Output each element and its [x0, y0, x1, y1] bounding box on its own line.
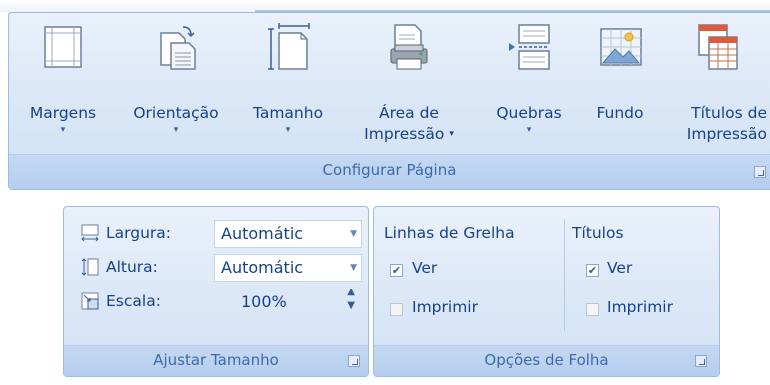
height-label: Altura: — [106, 258, 158, 276]
column-divider — [564, 219, 565, 331]
page-setup-footer: Configurar Página — [9, 154, 770, 189]
headings-view-label: Ver — [607, 259, 633, 277]
ribbon-tab-strip — [0, 0, 770, 12]
headings-print-checkbox[interactable] — [586, 303, 599, 316]
orientation-button[interactable]: Orientação ▾ — [117, 13, 235, 158]
chevron-down-icon: ▾ — [285, 125, 291, 135]
scale-label: Escala: — [106, 292, 161, 310]
width-label: Largura: — [106, 224, 171, 242]
dialog-launcher-icon[interactable] — [348, 355, 360, 367]
scale-to-fit-group: Largura: Automátic ▼ Altura: Automátic ▼… — [63, 206, 369, 377]
margins-icon — [44, 26, 82, 68]
sheet-options-caption: Opções de Folha — [484, 351, 609, 369]
width-icon — [81, 224, 99, 242]
headings-view-checkbox[interactable]: ✔ — [586, 264, 599, 277]
margins-button[interactable]: Margens ▾ — [9, 13, 117, 158]
print-titles-button[interactable]: Títulos de Impressão — [659, 13, 770, 158]
print-titles-label-line2: Impressão — [686, 125, 767, 143]
page-setup-group: Margens ▾ Orientação ▾ Tamanho ▾ Área de… — [8, 12, 770, 190]
chevron-down-icon: ▾ — [173, 125, 179, 135]
background-button[interactable]: Fundo — [581, 13, 659, 158]
height-dropdown[interactable]: Automátic ▼ — [214, 254, 362, 282]
breaks-button[interactable]: Quebras ▾ — [477, 13, 581, 158]
width-dropdown[interactable]: Automátic ▼ — [214, 220, 362, 248]
height-value: Automátic — [221, 258, 304, 277]
size-label: Tamanho — [252, 104, 324, 122]
scale-value: 100% — [241, 292, 287, 311]
print-area-icon — [390, 24, 428, 70]
breaks-icon — [509, 24, 550, 70]
size-button[interactable]: Tamanho ▾ — [235, 13, 341, 158]
sheet-options-footer: Opções de Folha — [374, 345, 719, 376]
orientation-label: Orientação — [133, 104, 219, 122]
chevron-down-icon: ▼ — [350, 263, 357, 273]
spin-up-icon[interactable]: ▲ — [347, 289, 355, 298]
scale-group-caption: Ajustar Tamanho — [153, 351, 279, 369]
height-icon — [81, 258, 99, 276]
print-titles-icon — [698, 24, 738, 70]
orientation-icon — [160, 26, 196, 70]
print-area-label-line2: Impressão — [364, 125, 445, 143]
gridlines-header: Linhas de Grelha — [384, 224, 515, 242]
dialog-launcher-icon[interactable] — [754, 166, 766, 178]
headings-header: Títulos — [572, 224, 624, 242]
print-area-button[interactable]: Área de Impressão ▾ — [341, 13, 477, 158]
scale-group-footer: Ajustar Tamanho — [64, 345, 368, 376]
margins-label: Margens — [29, 104, 97, 122]
print-titles-label-line1: Títulos de — [691, 104, 767, 122]
gridlines-view-label: Ver — [412, 259, 438, 277]
print-area-label-line1: Área de — [379, 104, 439, 122]
breaks-label: Quebras — [496, 104, 562, 122]
page-size-icon — [268, 23, 310, 70]
gridlines-view-checkbox[interactable]: ✔ — [390, 264, 403, 277]
gridlines-print-checkbox[interactable] — [390, 303, 403, 316]
gridlines-print-label: Imprimir — [412, 298, 478, 316]
scale-spinner[interactable]: 100% ▲ ▼ — [214, 288, 362, 316]
background-label: Fundo — [596, 104, 644, 122]
scale-icon — [81, 292, 99, 310]
chevron-down-icon: ▾ — [449, 129, 454, 139]
spin-down-icon[interactable]: ▼ — [347, 300, 355, 312]
chevron-down-icon: ▾ — [526, 125, 532, 135]
background-icon — [600, 28, 642, 66]
dialog-launcher-icon[interactable] — [695, 355, 707, 367]
page-setup-caption: Configurar Página — [322, 161, 457, 179]
sheet-options-group: Linhas de Grelha Títulos ✔ Ver ✔ Ver Imp… — [373, 206, 720, 377]
headings-print-label: Imprimir — [607, 298, 673, 316]
chevron-down-icon: ▾ — [60, 125, 66, 135]
width-value: Automátic — [221, 224, 304, 243]
chevron-down-icon: ▼ — [350, 229, 357, 239]
